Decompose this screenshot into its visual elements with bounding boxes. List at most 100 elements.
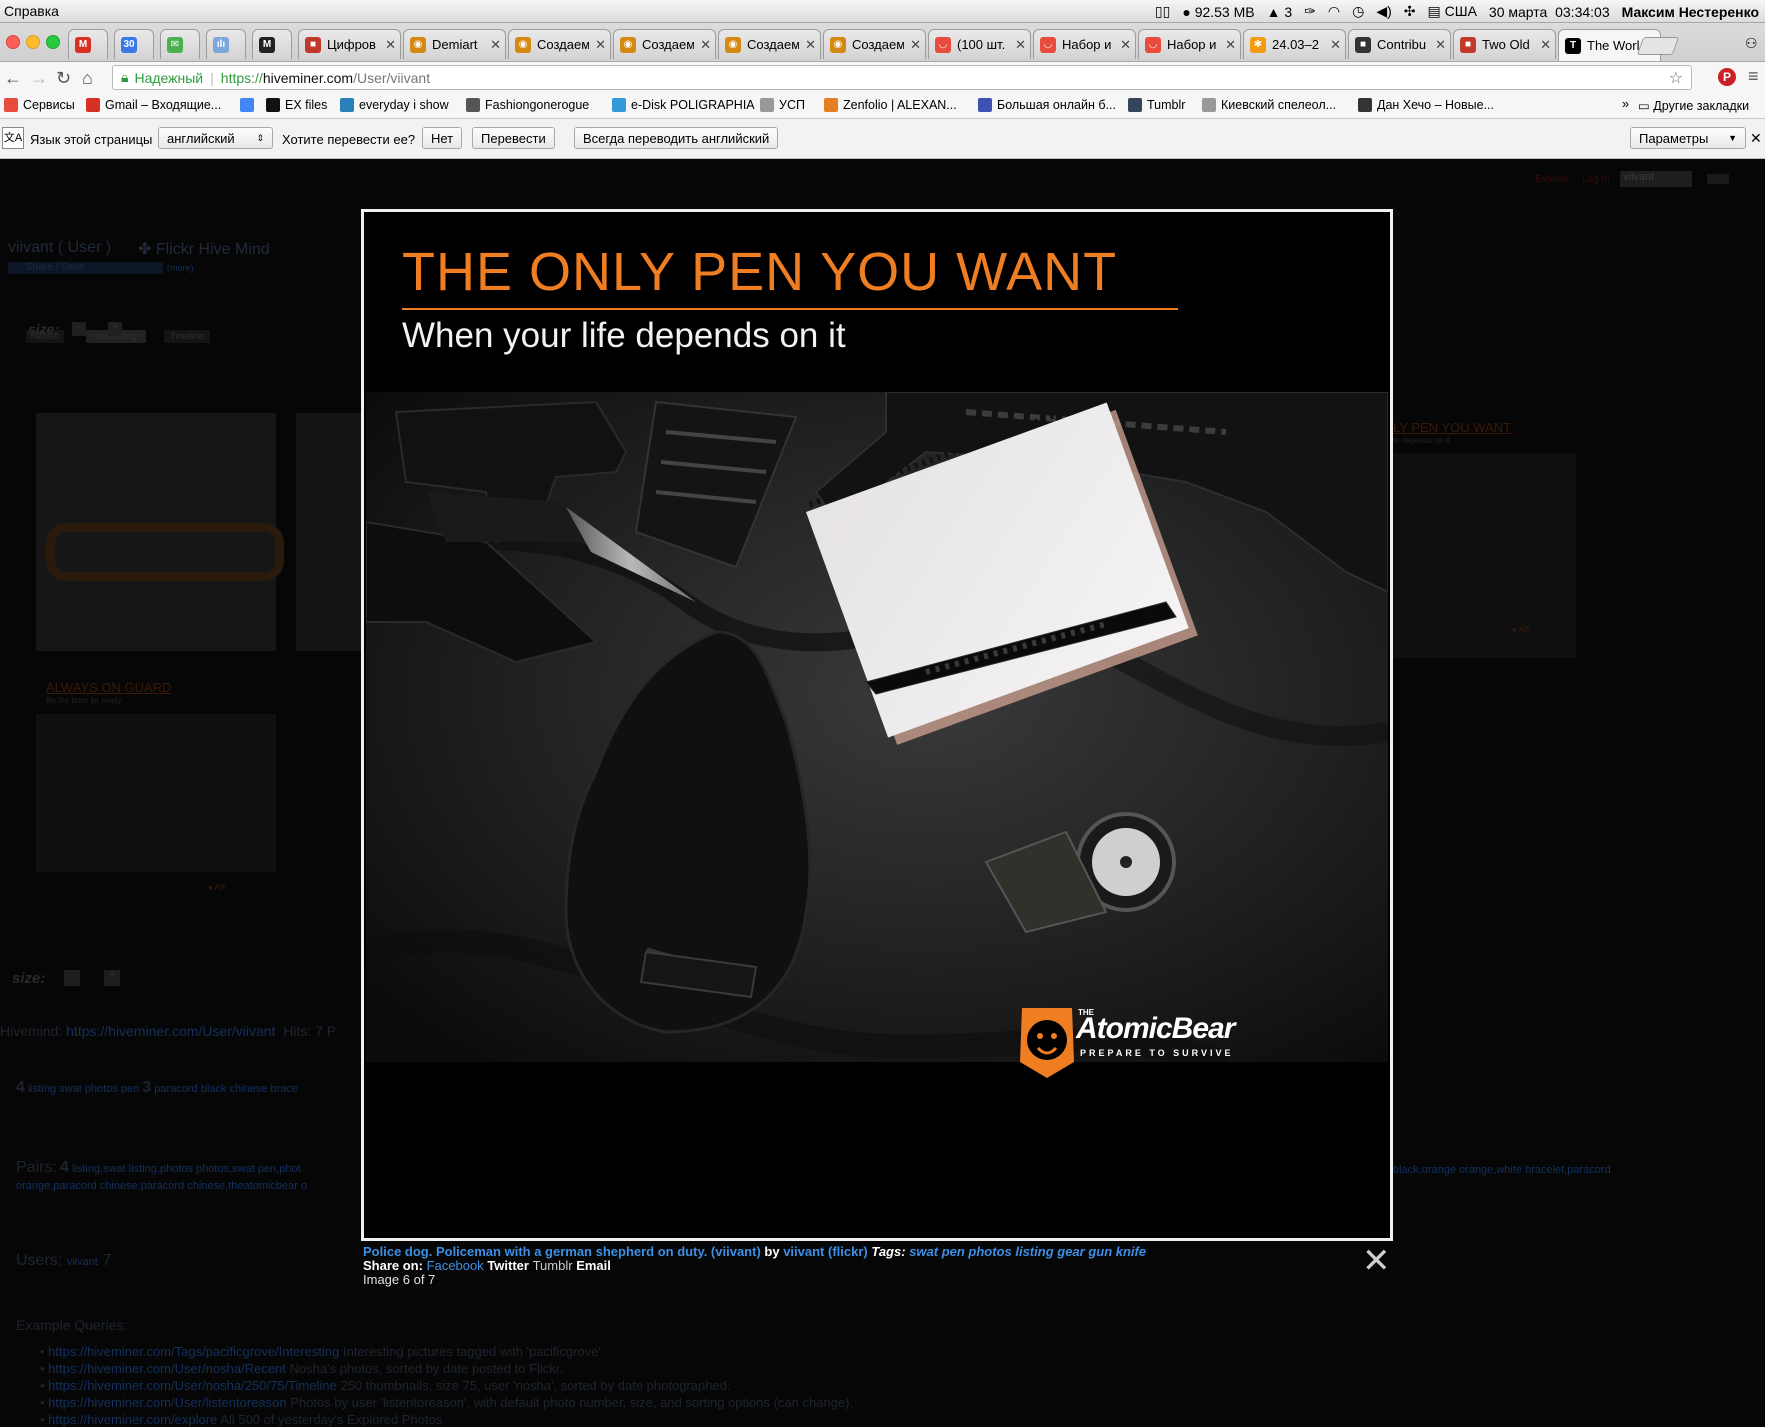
site-search-input[interactable]: viivant <box>1620 171 1692 187</box>
tab-close-icon[interactable]: ✕ <box>1120 37 1131 53</box>
page-tab-2[interactable]: Timeline <box>164 330 210 343</box>
tab-close-icon[interactable]: ✕ <box>1225 37 1236 53</box>
star-icon[interactable]: ☆ <box>1669 68 1683 88</box>
tab-13[interactable]: ◡ Набор и ✕ <box>1138 29 1241 59</box>
size-plus-button-bottom[interactable]: + <box>104 970 120 986</box>
example-query-link[interactable]: https://hiveminer.com/User/listentoreaso… <box>48 1395 286 1410</box>
other-bookmarks[interactable]: ▭ Другие закладки <box>1638 98 1749 113</box>
pair-links-2[interactable]: orange,paracord chinese,paracord chinese… <box>16 1180 307 1192</box>
tab-7[interactable]: ◉ Создаем ✕ <box>508 29 611 59</box>
pinterest-icon[interactable]: P <box>1718 68 1736 86</box>
photo-title-link[interactable]: Police dog. Policeman with a german shep… <box>363 1244 761 1259</box>
tab-10[interactable]: ◉ Создаем ✕ <box>823 29 926 59</box>
bookmark-0[interactable]: Сервисы <box>4 98 75 112</box>
tab-11[interactable]: ◡ (100 шт. ✕ <box>928 29 1031 59</box>
share-facebook-link[interactable]: Facebook <box>427 1258 484 1273</box>
thumbnail-police-dog[interactable] <box>36 714 276 872</box>
tab-15[interactable]: ■ Contribu ✕ <box>1348 29 1451 59</box>
close-translate-icon[interactable]: ✕ <box>1750 130 1762 147</box>
users-link[interactable]: viivant <box>67 1256 98 1268</box>
tab-6[interactable]: ◉ Demiart ✕ <box>403 29 506 59</box>
share-twitter-link[interactable]: Twitter <box>487 1258 529 1273</box>
translate-button[interactable]: Перевести <box>472 127 555 149</box>
adobe-icon[interactable]: ▲ 3 <box>1267 4 1293 20</box>
thumbnail-2[interactable] <box>296 413 361 651</box>
time-machine-icon[interactable]: ◷ <box>1352 3 1364 20</box>
tab-close-icon[interactable]: ✕ <box>700 37 711 53</box>
bookmark-2[interactable] <box>240 98 259 112</box>
profile-icon[interactable]: ⚇ <box>1745 35 1758 52</box>
size-plus-button[interactable]: + <box>108 322 122 336</box>
no-button[interactable]: Нет <box>422 127 463 149</box>
pair-links-1[interactable]: listing,swat listing,photos photos,swat … <box>72 1163 301 1175</box>
tab-1[interactable]: 30 <box>114 29 154 59</box>
tab-3[interactable]: ılı <box>206 29 246 59</box>
pen-icon[interactable]: ✑ <box>1304 3 1316 20</box>
language-select[interactable]: английский ⇕ <box>158 127 273 149</box>
example-query-link[interactable]: https://hiveminer.com/explore <box>48 1412 217 1427</box>
tab-close-icon[interactable]: ✕ <box>1330 37 1341 53</box>
new-tab-button[interactable] <box>1636 37 1680 55</box>
tab-9[interactable]: ◉ Создаем ✕ <box>718 29 821 59</box>
bookmark-6[interactable]: e-Disk POLIGRAPHIA <box>612 98 755 112</box>
tab-12[interactable]: ◡ Набор и ✕ <box>1033 29 1136 59</box>
battery-icon[interactable]: ▯▯ <box>1155 3 1170 20</box>
thumbnail-bracelet[interactable] <box>36 413 284 651</box>
close-window-button[interactable] <box>6 35 20 49</box>
reload-button[interactable]: ↻ <box>56 68 71 89</box>
site-search-button[interactable] <box>1707 174 1729 184</box>
example-query-link[interactable]: https://hiveminer.com/User/nosha/250/75/… <box>48 1378 337 1393</box>
memory-indicator[interactable]: ● 92.53 MB <box>1182 4 1254 20</box>
thumbnail-title-guard[interactable]: ALWAYS ON GUARD <box>46 680 171 695</box>
tab-14[interactable]: ✱ 24.03–2 ✕ <box>1243 29 1346 59</box>
forward-button[interactable]: → <box>30 68 48 89</box>
size-minus-button[interactable]: - <box>72 322 86 336</box>
bookmarks-more-button[interactable]: » <box>1622 97 1629 111</box>
tab-close-icon[interactable]: ✕ <box>1540 37 1551 53</box>
lightbox-image[interactable]: THE ONLY PEN YOU WANT When your life dep… <box>361 209 1393 1241</box>
bookmark-9[interactable]: Большая онлайн б... <box>978 98 1116 112</box>
share-email-link[interactable]: Email <box>576 1258 611 1273</box>
tab-5[interactable]: ■ Цифров ✕ <box>298 29 401 59</box>
bookmark-3[interactable]: EX files <box>266 98 327 112</box>
always-translate-button[interactable]: Всегда переводить английский <box>574 127 779 149</box>
bookmark-1[interactable]: Gmail – Входящие... <box>86 98 221 112</box>
clock-date[interactable]: 30 марта 03:34:03 <box>1489 4 1610 20</box>
example-query-link[interactable]: https://hiveminer.com/User/nosha/Recent <box>48 1361 286 1376</box>
bookmark-10[interactable]: Tumblr <box>1128 98 1185 112</box>
share-tumblr-link[interactable]: Tumblr <box>533 1258 573 1273</box>
volume-icon[interactable]: ◀) <box>1376 3 1391 20</box>
bookmark-5[interactable]: Fashiongonerogue <box>466 98 589 112</box>
wifi-icon[interactable]: ◠ <box>1328 3 1340 20</box>
share-button[interactable]: Share / Save <box>8 262 163 274</box>
tab-close-icon[interactable]: ✕ <box>1015 37 1026 53</box>
photo-user-link[interactable]: viivant (flickr) <box>783 1244 868 1259</box>
tab-close-icon[interactable]: ✕ <box>490 37 501 53</box>
flag-icon[interactable]: ▤ США <box>1428 3 1477 20</box>
tab-16[interactable]: ■ Two Old ✕ <box>1453 29 1556 59</box>
close-lightbox-icon[interactable]: ✕ <box>1362 1244 1391 1278</box>
address-bar[interactable]: 🔒︎ Надежный | https://hiveminer.com/User… <box>112 65 1692 90</box>
tab-2[interactable]: ✉ <box>160 29 200 59</box>
thumbnail-title-pen[interactable]: LY PEN YOU WANT <box>1393 420 1511 435</box>
bookmark-8[interactable]: Zenfolio | ALEXAN... <box>824 98 957 112</box>
tab-close-icon[interactable]: ✕ <box>385 37 396 53</box>
menu-icon[interactable]: ≡ <box>1748 66 1759 87</box>
tag-links-2[interactable]: paracord black chinese brace <box>154 1083 298 1095</box>
tag-links-1[interactable]: listing swat photos pen <box>28 1083 139 1095</box>
options-select[interactable]: Параметры ▼ <box>1630 127 1746 149</box>
thumbnail-pen[interactable] <box>1393 453 1576 658</box>
explore-link[interactable]: Explore <box>1535 174 1569 185</box>
tab-0[interactable]: M <box>68 29 108 59</box>
photo-tags[interactable]: swat pen photos listing gear gun knife <box>909 1244 1146 1259</box>
bookmark-12[interactable]: Дан Хечо – Новые... <box>1358 98 1494 112</box>
minimize-window-button[interactable] <box>26 35 40 49</box>
bluetooth-icon[interactable]: ✣ <box>1404 3 1416 20</box>
zoom-window-button[interactable] <box>46 35 60 49</box>
tab-close-icon[interactable]: ✕ <box>595 37 606 53</box>
back-button[interactable]: ← <box>4 68 22 89</box>
bookmark-11[interactable]: Киевский спелеол... <box>1202 98 1336 112</box>
bookmark-7[interactable]: УСП <box>760 98 805 112</box>
size-minus-button-bottom[interactable]: - <box>64 970 80 986</box>
hivemind-link[interactable]: https://hiveminer.com/User/viivant <box>66 1023 275 1039</box>
